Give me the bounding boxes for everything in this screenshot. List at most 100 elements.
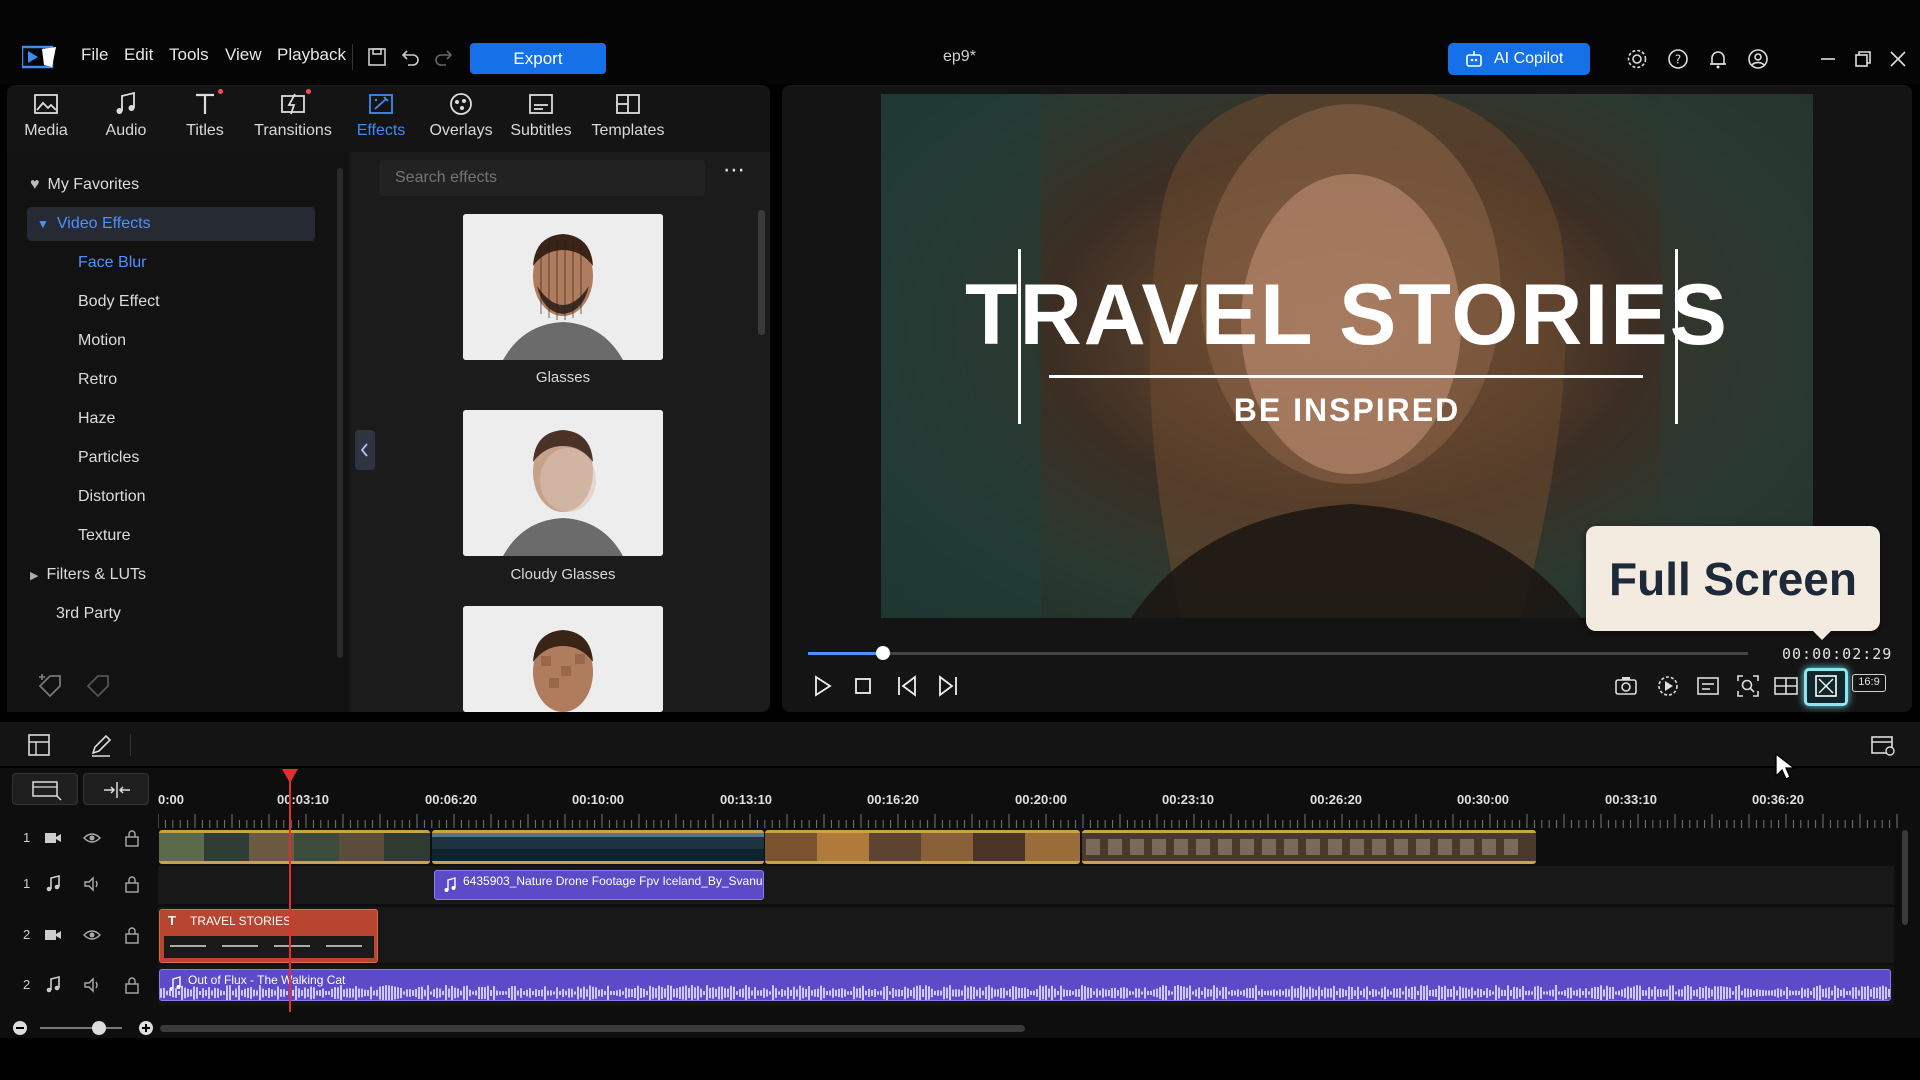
waveform-bar [268, 987, 270, 999]
timeline-settings-icon[interactable] [1869, 731, 1897, 759]
category-video-effects[interactable]: ▼ Video Effects [27, 207, 315, 241]
playhead-handle[interactable] [282, 769, 298, 783]
lock-icon[interactable] [122, 925, 142, 945]
waveform-bar [1195, 989, 1197, 997]
tab-effects[interactable]: Effects [339, 90, 423, 148]
category-my-favorites[interactable]: ♥ My Favorites [30, 168, 139, 202]
video-clip[interactable] [159, 830, 430, 864]
aspect-ratio-badge[interactable]: 16:9 [1852, 674, 1886, 692]
speaker-icon[interactable] [82, 975, 102, 995]
category-particles[interactable]: Particles [78, 441, 139, 475]
restore-icon[interactable] [1851, 47, 1875, 71]
effect-thumbnail-glasses[interactable] [463, 214, 663, 360]
waveform-bar [1408, 988, 1410, 998]
category-3rd-party[interactable]: 3rd Party [56, 597, 121, 631]
waveform-bar [1045, 985, 1047, 1000]
add-tag-icon[interactable] [36, 672, 64, 700]
waveform-bar [1399, 987, 1401, 999]
zoom-out-icon[interactable] [12, 1020, 28, 1036]
waveform-bar [1285, 988, 1287, 998]
collapse-panel-button[interactable] [355, 430, 375, 470]
fit-timeline-button[interactable] [83, 773, 149, 805]
menu-playback[interactable]: Playback [277, 45, 346, 65]
menu-tools[interactable]: Tools [169, 45, 209, 65]
category-retro[interactable]: Retro [78, 363, 117, 397]
tab-media[interactable]: Media [4, 90, 88, 148]
lock-icon[interactable] [122, 828, 142, 848]
lock-icon[interactable] [122, 874, 142, 894]
timeline-tools-icon[interactable] [26, 732, 52, 758]
tab-subtitles[interactable]: Subtitles [499, 90, 583, 148]
visibility-eye-icon[interactable] [82, 925, 102, 945]
play-icon[interactable] [808, 672, 836, 700]
category-haze[interactable]: Haze [78, 402, 115, 436]
category-face-blur[interactable]: Face Blur [78, 246, 146, 280]
lock-icon[interactable] [122, 975, 142, 995]
next-frame-icon[interactable] [934, 672, 962, 700]
subtitle-toggle-icon[interactable] [1694, 672, 1722, 700]
menu-file[interactable]: File [81, 45, 108, 65]
speaker-icon[interactable] [82, 874, 102, 894]
render-preview-icon[interactable] [1654, 672, 1682, 700]
title-clip[interactable]: T TRAVEL STORIES [159, 909, 378, 963]
remove-tag-icon[interactable] [84, 672, 112, 700]
ruler-ticks[interactable] [158, 812, 1898, 828]
undo-icon[interactable] [398, 45, 422, 69]
waveform-bar [1672, 985, 1674, 1000]
tab-effects-label: Effects [356, 122, 406, 139]
tab-audio[interactable]: Audio [84, 90, 168, 148]
video-clip[interactable] [1082, 830, 1536, 864]
snapshot-camera-icon[interactable] [1612, 672, 1640, 700]
seek-bar[interactable] [808, 652, 1748, 655]
zoom-slider[interactable] [40, 1027, 122, 1029]
waveform-bar [352, 988, 354, 998]
waveform-bar [1030, 990, 1032, 996]
audio-clip[interactable]: 6435903_Nature Drone Footage Fpv Iceland… [434, 870, 764, 900]
zoom-preview-icon[interactable] [1734, 672, 1762, 700]
category-texture[interactable]: Texture [78, 519, 130, 553]
tab-templates[interactable]: Templates [586, 90, 670, 148]
tab-overlays[interactable]: Overlays [419, 90, 503, 148]
menu-view[interactable]: View [225, 45, 262, 65]
settings-gear-icon[interactable] [1625, 47, 1649, 71]
visibility-eye-icon[interactable] [82, 828, 102, 848]
ai-copilot-button[interactable]: AI Copilot [1448, 43, 1590, 75]
category-filters-luts[interactable]: ▶ Filters & LUTs [30, 558, 146, 592]
edit-pen-icon[interactable] [88, 732, 114, 758]
video-clip[interactable] [432, 830, 764, 864]
menu-edit[interactable]: Edit [124, 45, 153, 65]
export-button[interactable]: Export [470, 43, 606, 74]
timeline-horizontal-scrollbar[interactable] [160, 1025, 1025, 1032]
category-scrollbar[interactable] [337, 168, 343, 658]
tab-transitions[interactable]: Transitions [251, 90, 335, 148]
stop-icon[interactable] [849, 672, 877, 700]
search-effects-input[interactable] [379, 160, 705, 196]
close-icon[interactable] [1886, 47, 1910, 71]
layout-icon[interactable] [1772, 672, 1800, 700]
full-screen-button[interactable] [1804, 668, 1848, 706]
effect-thumbnail-cloudy-glasses[interactable] [463, 410, 663, 556]
zoom-in-icon[interactable] [138, 1020, 154, 1036]
waveform-bar [256, 990, 258, 996]
help-icon[interactable]: ? [1666, 47, 1690, 71]
save-icon[interactable] [365, 45, 389, 69]
zoom-slider-knob[interactable] [92, 1021, 106, 1035]
timeline-vertical-scrollbar[interactable] [1902, 830, 1908, 925]
notification-bell-icon[interactable] [1706, 47, 1730, 71]
account-icon[interactable] [1746, 47, 1770, 71]
playhead[interactable] [289, 772, 291, 1012]
previous-frame-icon[interactable] [893, 672, 921, 700]
track-manager-button[interactable] [12, 773, 78, 805]
redo-icon[interactable] [432, 45, 456, 69]
audio-clip[interactable]: Out of Flux - The Walking Cat [159, 969, 1891, 1001]
minimize-icon[interactable] [1816, 47, 1840, 71]
more-options-icon[interactable]: ⋯ [722, 159, 746, 189]
effects-scrollbar[interactable] [758, 210, 765, 335]
category-motion[interactable]: Motion [78, 324, 126, 358]
category-body-effect[interactable]: Body Effect [78, 285, 160, 319]
category-distortion[interactable]: Distortion [78, 480, 146, 514]
waveform-bar [1312, 988, 1314, 998]
effect-thumbnail-third[interactable] [463, 606, 663, 712]
tab-titles[interactable]: Titles [163, 90, 247, 148]
video-clip[interactable] [765, 830, 1080, 864]
